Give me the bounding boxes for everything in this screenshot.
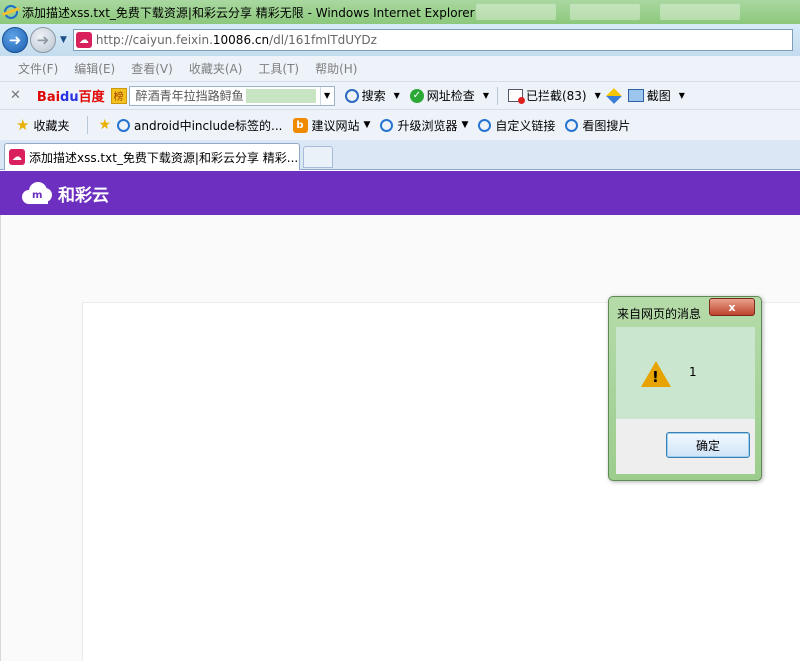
favorite-link-label: android中include标签的... (134, 118, 283, 133)
star-icon: ★ (16, 116, 30, 134)
warning-exclamation: ! (652, 368, 659, 386)
address-row: ➜ ➜ ▼ ☁ http://caiyun.feixin. 10086.cn/dl… (0, 24, 800, 56)
background-window-ghost (476, 4, 556, 20)
url-path: /dl/161fmlTdUYDz (269, 33, 377, 47)
chevron-down-icon[interactable]: ▼ (461, 120, 468, 130)
favorite-link-label: 升级浏览器 (397, 118, 458, 133)
baidu-logo[interactable]: Baidu百度 (37, 86, 105, 105)
popup-blocker-icon (507, 89, 525, 104)
chevron-down-icon[interactable]: ▼ (679, 91, 685, 100)
ie-icon (117, 118, 131, 132)
toolbar-divider (496, 86, 498, 105)
chevron-down-icon[interactable]: ▼ (483, 91, 489, 100)
ok-button[interactable]: 确定 (666, 432, 750, 458)
hot-list-icon[interactable]: 榜 (110, 87, 127, 104)
url-prefix: http://caiyun.feixin. (95, 33, 213, 47)
favorite-link-android[interactable]: android中include标签的... (117, 117, 283, 134)
chevron-down-icon[interactable]: ▼ (394, 91, 400, 100)
favorite-link-label: 建议网站 (311, 118, 360, 133)
back-button[interactable]: ➜ (2, 27, 28, 53)
dialog-close-button[interactable]: x (709, 298, 755, 316)
menu-view[interactable]: 查看(V) (131, 60, 173, 77)
menu-tools[interactable]: 工具(T) (258, 60, 299, 77)
address-bar[interactable]: ☁ http://caiyun.feixin. 10086.cn/dl/161fm… (72, 29, 793, 51)
chevron-down-icon[interactable]: ▼ (595, 91, 601, 100)
background-window-ghost (570, 4, 640, 20)
site-favicon-icon: ☁ (75, 32, 92, 48)
dialog-footer: 确定 (616, 419, 755, 474)
favbar-divider (87, 116, 89, 134)
url-check-button[interactable]: ✓ 网址检查 ▼ (409, 87, 489, 104)
url-check-label: 网址检查 (426, 89, 475, 103)
close-icon: x (728, 300, 736, 314)
history-dropdown-icon[interactable]: ▼ (60, 35, 67, 45)
dialog-content: ! 1 (616, 327, 755, 419)
site-brand[interactable]: 和彩云 (58, 181, 109, 206)
background-window-ghost (660, 4, 740, 20)
popup-blocked-label: 已拦截(83) (525, 89, 587, 103)
menu-help[interactable]: 帮助(H) (315, 60, 357, 77)
search-dropdown-icon[interactable]: ▼ (319, 86, 334, 105)
menu-favorites[interactable]: 收藏夹(A) (189, 60, 243, 77)
menu-bar: 文件(F) 编辑(E) 查看(V) 收藏夹(A) 工具(T) 帮助(H) (0, 56, 800, 82)
favorite-link-label: 看图搜片 (582, 118, 631, 133)
new-tab-button[interactable] (303, 146, 333, 168)
toolbar-close-icon[interactable]: ✕ (10, 88, 21, 103)
search-button-label: 搜索 (361, 89, 386, 103)
menu-file[interactable]: 文件(F) (18, 60, 58, 77)
favorites-label: 收藏夹 (33, 118, 70, 133)
menu-edit[interactable]: 编辑(E) (74, 60, 115, 77)
tab-active[interactable]: ☁ 添加描述xss.txt_免费下载资源|和彩云分享 精彩... (4, 143, 300, 170)
tab-strip: ☁ 添加描述xss.txt_免费下载资源|和彩云分享 精彩... (0, 140, 800, 170)
ie-logo-icon (4, 5, 18, 19)
tab-title: 添加描述xss.txt_免费下载资源|和彩云分享 精彩... (29, 150, 299, 165)
ie-icon (565, 118, 579, 132)
screenshot-button[interactable]: 截图 ▼ (627, 87, 685, 104)
window-title: 添加描述xss.txt_免费下载资源|和彩云分享 精彩无限 - Windows … (22, 5, 475, 20)
bing-icon: b (292, 117, 308, 133)
favorite-suggested-sites[interactable]: b 建议网站 ▼ (292, 117, 371, 134)
search-input-value: 醉酒青年拉挡路鲟鱼 (135, 89, 244, 103)
chevron-down-icon[interactable]: ▼ (364, 120, 371, 130)
screenshot-icon (627, 89, 644, 102)
add-to-favorites-icon[interactable]: ★ (98, 117, 111, 133)
favorites-bar: ★ 收藏夹 ★ android中include标签的... b 建议网站 ▼ 升… (0, 110, 800, 140)
magnifier-icon (344, 88, 359, 103)
favorites-button[interactable]: ★ 收藏夹 (16, 116, 69, 134)
site-favicon-icon: ☁ (9, 149, 25, 165)
alert-dialog: 来自网页的消息 x ! 1 确定 (608, 296, 762, 481)
favorite-custom-links[interactable]: 自定义链接 (478, 117, 555, 134)
caiyun-cloud-logo-icon[interactable]: m (22, 182, 54, 204)
site-header: m 和彩云 (0, 171, 800, 215)
ie-icon (380, 118, 394, 132)
search-button[interactable]: 搜索 ▼ (344, 87, 400, 104)
baidu-search-input[interactable]: 醉酒青年拉挡路鲟鱼 ▼ (128, 85, 335, 106)
favorite-link-label: 自定义链接 (495, 118, 556, 133)
search-highlight (245, 88, 316, 103)
check-shield-icon: ✓ (409, 88, 424, 103)
window-title-bar: 添加描述xss.txt_免费下载资源|和彩云分享 精彩无限 - Windows … (0, 0, 800, 24)
annotate-button[interactable] (605, 87, 624, 104)
screenshot-label: 截图 (646, 89, 671, 103)
ie-icon (478, 118, 492, 132)
baidu-toolbar: ✕ Baidu百度 榜 醉酒青年拉挡路鲟鱼 ▼ 搜索 ▼ ✓ 网址检查 ▼ 已拦… (0, 82, 800, 110)
favorite-image-search[interactable]: 看图搜片 (565, 117, 630, 134)
favorite-upgrade-browser[interactable]: 升级浏览器 ▼ (380, 117, 468, 134)
popup-blocked-button[interactable]: 已拦截(83) ▼ (507, 87, 601, 104)
pen-icon (605, 87, 622, 104)
dialog-title: 来自网页的消息 (617, 307, 702, 321)
forward-button[interactable]: ➜ (30, 27, 56, 53)
url-host: 10086.cn (212, 33, 270, 47)
dialog-message: 1 (689, 365, 697, 379)
